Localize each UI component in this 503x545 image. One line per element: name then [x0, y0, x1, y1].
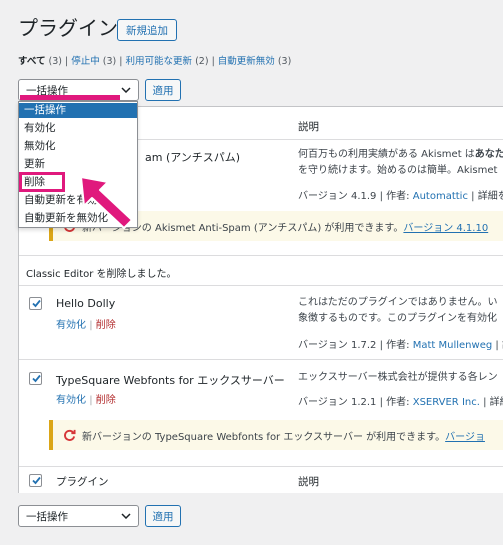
checkbox-typesquare[interactable]: [29, 372, 42, 385]
option-deactivate[interactable]: 無効化: [19, 139, 137, 154]
filter-update-available-count: (2): [195, 56, 209, 67]
row-actions-hello-dolly: 有効化 | 削除: [56, 320, 116, 331]
checkmark-icon: [32, 299, 41, 308]
activate-link-hello-dolly[interactable]: 有効化: [56, 320, 86, 331]
plugin-description-hello-dolly: これはただのプラグインではありません。い 象徴するものです。このプラグインを有効…: [298, 297, 498, 324]
filter-inactive[interactable]: 停止中: [71, 56, 100, 67]
filter-autoupdate-disabled-count: (3): [277, 56, 292, 67]
delete-link-hello-dolly[interactable]: 削除: [96, 320, 116, 331]
plugin-meta-typesquare: バージョン 1.2.1 | 作者: XSERVER Inc. | 詳細: [298, 397, 503, 408]
add-new-button[interactable]: 新規追加: [117, 19, 177, 41]
column-header-description: 説明: [298, 121, 319, 133]
filter-all-count: (3): [48, 56, 62, 67]
author-link-typesquare[interactable]: XSERVER Inc.: [413, 397, 480, 408]
update-icon: [63, 429, 76, 442]
select-all-checkbox-bottom[interactable]: [29, 474, 42, 487]
deleted-message: Classic Editor を削除しました。: [26, 269, 177, 280]
plugin-meta-hello-dolly: バージョン 1.7.2 | 作者: Matt Mullenweg | 詳: [298, 340, 503, 351]
activate-link-typesquare[interactable]: 有効化: [56, 395, 86, 406]
row-actions-typesquare: 有効化 | 削除: [56, 395, 116, 406]
author-link-hello-dolly[interactable]: Matt Mullenweg: [413, 340, 492, 351]
option-bulk-action[interactable]: 一括操作: [19, 103, 137, 118]
apply-button-bottom[interactable]: 適用: [145, 505, 181, 527]
update-notice-typesquare: 新バージョンの TypeSquare Webfonts for エックスサーバー…: [49, 420, 503, 450]
plugin-name-akismet: am (アンチスパム): [145, 151, 241, 164]
annotation-highlight-bar: [20, 95, 120, 100]
update-link-typesquare[interactable]: バージョ: [445, 428, 485, 443]
bulk-action-select-bottom[interactable]: 一括操作: [18, 505, 139, 527]
bulk-action-selected-value: 一括操作: [26, 510, 68, 523]
plugin-name-typesquare: TypeSquare Webfonts for エックスサーバー: [56, 374, 285, 387]
option-activate[interactable]: 有効化: [19, 121, 137, 136]
column-footer-description: 説明: [298, 476, 319, 488]
checkbox-hello-dolly[interactable]: [29, 297, 42, 310]
column-footer-plugin: プラグイン: [56, 476, 109, 488]
plugin-description-akismet: 何百万もの利用実績がある Akismet はあなた を守り続けます。始めるのは簡…: [298, 149, 503, 176]
plugin-description-typesquare: エックスサーバー株式会社が提供する各レン: [298, 372, 498, 383]
filter-update-available[interactable]: 利用可能な更新: [126, 56, 193, 67]
option-update[interactable]: 更新: [19, 157, 137, 172]
filter-inactive-count: (3): [102, 56, 117, 67]
update-link-akismet[interactable]: バージョン 4.1.10: [403, 219, 488, 234]
checkmark-icon: [32, 374, 41, 383]
plugin-meta-akismet: バージョン 4.1.9 | 作者: Automattic | 詳細を: [298, 191, 503, 202]
page-title: プラグイン: [18, 16, 118, 40]
checkmark-icon: [32, 476, 41, 485]
delete-link-typesquare[interactable]: 削除: [96, 395, 116, 406]
apply-button-top[interactable]: 適用: [145, 79, 181, 101]
filter-autoupdate-disabled[interactable]: 自動更新無効: [218, 56, 275, 67]
filter-all[interactable]: すべて: [18, 56, 45, 67]
chevron-down-icon: [121, 84, 131, 96]
annotation-arrow-icon: [78, 174, 138, 233]
author-link-akismet[interactable]: Automattic: [413, 191, 468, 202]
chevron-down-icon: [121, 510, 131, 522]
annotation-highlight-box: [19, 172, 65, 192]
plugin-name-hello-dolly: Hello Dolly: [56, 297, 116, 310]
plugin-status-filters: すべて (3) | 停止中 (3) | 利用可能な更新 (2) | 自動更新無効…: [18, 56, 292, 67]
